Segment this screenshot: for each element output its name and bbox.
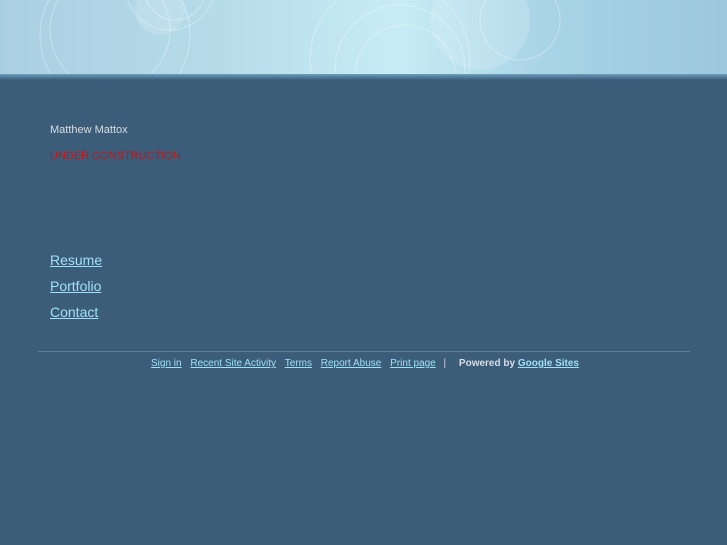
nav-link-contact[interactable]: Contact <box>50 304 98 320</box>
report-abuse-link[interactable]: Report Abuse <box>321 358 382 369</box>
header-border <box>0 74 727 80</box>
recent-activity-link[interactable]: Recent Site Activity <box>190 358 276 369</box>
terms-link[interactable]: Terms <box>285 358 312 369</box>
google-sites-link[interactable]: Google Sites <box>518 358 579 369</box>
sign-in-link[interactable]: Sign in <box>151 358 182 369</box>
decorative-circles-icon <box>39 0 561 74</box>
powered-by-label: Powered by <box>458 358 516 369</box>
footer: Sign in Recent Site Activity Terms Repor… <box>0 358 727 369</box>
nav-link-portfolio[interactable]: Portfolio <box>50 278 101 294</box>
site-owner-name: Matthew Mattox <box>50 124 128 136</box>
footer-separator: | <box>443 358 447 369</box>
construction-status: UNDER CONSTRUCTION <box>50 150 181 162</box>
header-banner <box>0 0 727 74</box>
print-page-link[interactable]: Print page <box>390 358 436 369</box>
nav-link-resume[interactable]: Resume <box>50 252 102 268</box>
footer-divider <box>38 351 690 353</box>
